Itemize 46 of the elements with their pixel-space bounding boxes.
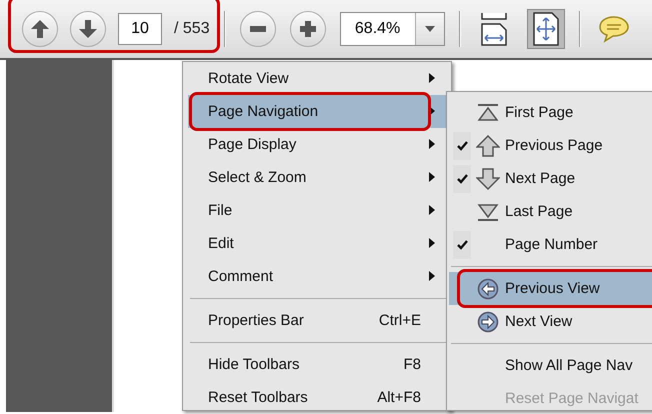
menu-item[interactable]: Next Page [449,162,652,195]
submenu-arrow-icon [429,238,435,248]
fit-page-icon [530,12,561,46]
menu-item[interactable]: Reset Toolbars Alt+F8 [188,381,449,414]
first-page-icon [476,102,500,122]
menu-item[interactable]: Edit [188,227,449,260]
shortcut-label: F8 [403,356,421,373]
submenu-arrow-icon [429,205,435,215]
submenu-arrow-icon [429,271,435,281]
menu-item[interactable]: File [188,194,449,227]
zoom-in-button[interactable] [290,11,326,47]
menu-item[interactable]: Select & Zoom [188,161,449,194]
submenu-arrow-icon [429,73,435,83]
page-number-field[interactable]: 10 [118,13,162,45]
minus-icon [250,26,266,32]
menu-item[interactable]: Rotate View [188,62,449,95]
last-page-icon [476,202,500,222]
menu-item[interactable]: Previous View [449,272,652,305]
menu-item[interactable]: Hide Toolbars F8 [188,348,449,381]
previous-page-button[interactable] [22,11,58,47]
down-arrow-icon [77,18,99,40]
shortcut-label: Ctrl+E [378,312,421,329]
page-count: / 553 [174,20,210,38]
up-arrow-icon [29,18,51,40]
menu-item[interactable]: Next View [449,305,652,338]
menu-item[interactable]: Comment [188,260,449,293]
zoom-value: 68.4% [354,19,402,39]
fit-page-button[interactable] [526,9,565,49]
fit-width-icon [478,12,509,46]
menu-item[interactable]: Previous Page [449,129,652,162]
zoom-out-button[interactable] [240,11,276,47]
next-page-button[interactable] [70,11,106,47]
menu-item[interactable]: Page Number [449,228,652,261]
menu-item[interactable]: Properties Bar Ctrl+E [188,304,449,337]
submenu-arrow-icon [429,172,435,182]
up-arrow-icon [476,134,500,156]
menu-item[interactable]: First Page [449,96,652,129]
speech-bubble-icon [598,15,630,43]
menu-item[interactable]: Page Display [188,128,449,161]
menu-item[interactable]: Last Page [449,195,652,228]
submenu-arrow-icon [429,139,435,149]
caret-icon [424,26,435,32]
zoom-combo[interactable]: 68.4% [340,12,445,46]
menu-item[interactable]: Show All Page Nav [449,349,652,382]
down-arrow-icon [476,168,500,190]
shortcut-label: Alt+F8 [377,389,421,406]
